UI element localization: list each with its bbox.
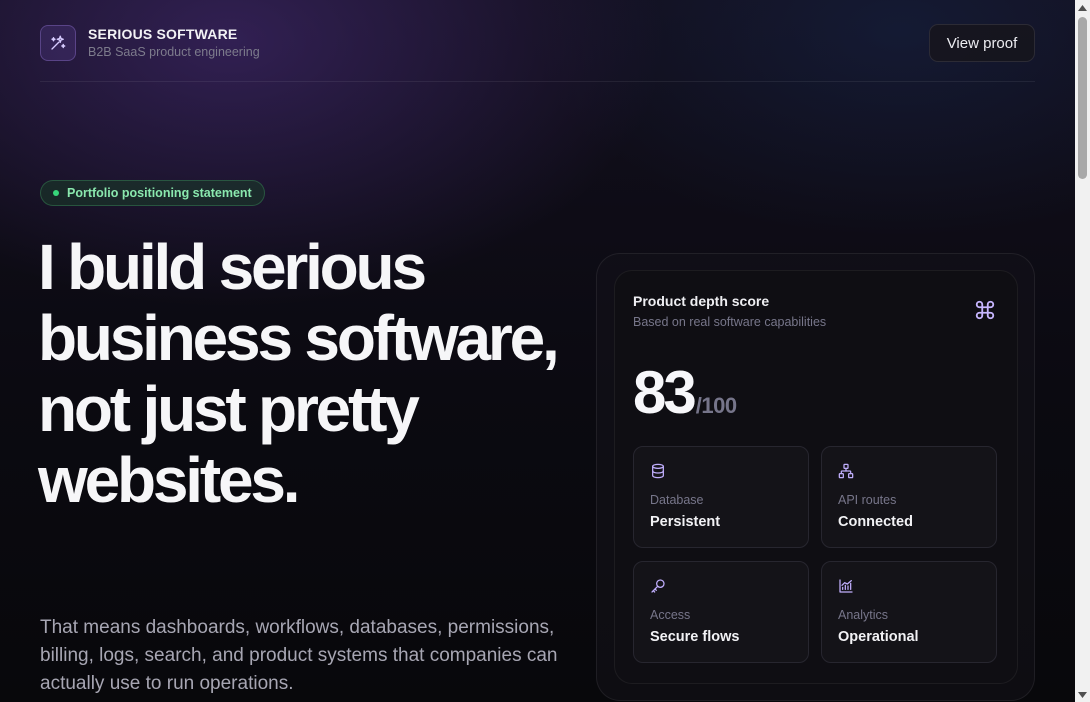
badge-label: Portfolio positioning statement xyxy=(67,186,252,200)
score-max: /100 xyxy=(695,393,737,418)
hero-headline: I build serious business software, not j… xyxy=(38,231,560,516)
capability-tile-analytics: Analytics Operational xyxy=(821,561,997,663)
score-card-subtitle: Based on real software capabilities xyxy=(633,315,827,329)
chart-icon xyxy=(838,578,854,599)
tile-label: API routes xyxy=(838,493,897,507)
tile-value: Operational xyxy=(838,629,919,645)
capability-tile-api-routes: API routes Connected xyxy=(821,446,997,548)
database-icon xyxy=(650,463,666,484)
capability-tile-access: Access Secure flows xyxy=(633,561,809,663)
tile-label: Access xyxy=(650,608,691,622)
header-divider xyxy=(40,81,1035,82)
sparkle-wand-icon xyxy=(40,25,76,61)
tile-value: Connected xyxy=(838,514,913,530)
tile-label: Analytics xyxy=(838,608,889,622)
tile-value: Secure flows xyxy=(650,629,740,645)
page-scrollbar[interactable] xyxy=(1075,0,1090,702)
score-value: 83 xyxy=(633,359,697,426)
brand-name: SERIOUS SOFTWARE xyxy=(88,26,238,42)
hero-subtext: That means dashboards, workflows, databa… xyxy=(40,617,558,694)
scrollbar-thumb[interactable] xyxy=(1078,17,1087,179)
brand-tagline: B2B SaaS product engineering xyxy=(88,45,260,59)
sitemap-icon xyxy=(838,463,854,484)
tile-value: Persistent xyxy=(650,514,721,530)
scroll-down-arrow-icon[interactable] xyxy=(1075,687,1090,702)
score-card-title: Product depth score xyxy=(633,293,770,309)
brand-text: SERIOUS SOFTWARE B2B SaaS product engine… xyxy=(88,25,260,61)
key-icon xyxy=(650,578,666,599)
command-icon xyxy=(974,299,996,326)
capability-tile-database: Database Persistent xyxy=(633,446,809,548)
brand[interactable]: SERIOUS SOFTWARE B2B SaaS product engine… xyxy=(40,25,260,61)
tile-label: Database xyxy=(650,493,704,507)
view-proof-button[interactable]: View proof xyxy=(929,24,1035,62)
scroll-up-arrow-icon[interactable] xyxy=(1075,0,1090,15)
positioning-badge: Portfolio positioning statement xyxy=(40,180,265,206)
score-display: 83 /100 xyxy=(633,360,737,426)
status-dot-icon xyxy=(53,190,59,196)
page: SERIOUS SOFTWARE B2B SaaS product engine… xyxy=(0,0,1075,702)
